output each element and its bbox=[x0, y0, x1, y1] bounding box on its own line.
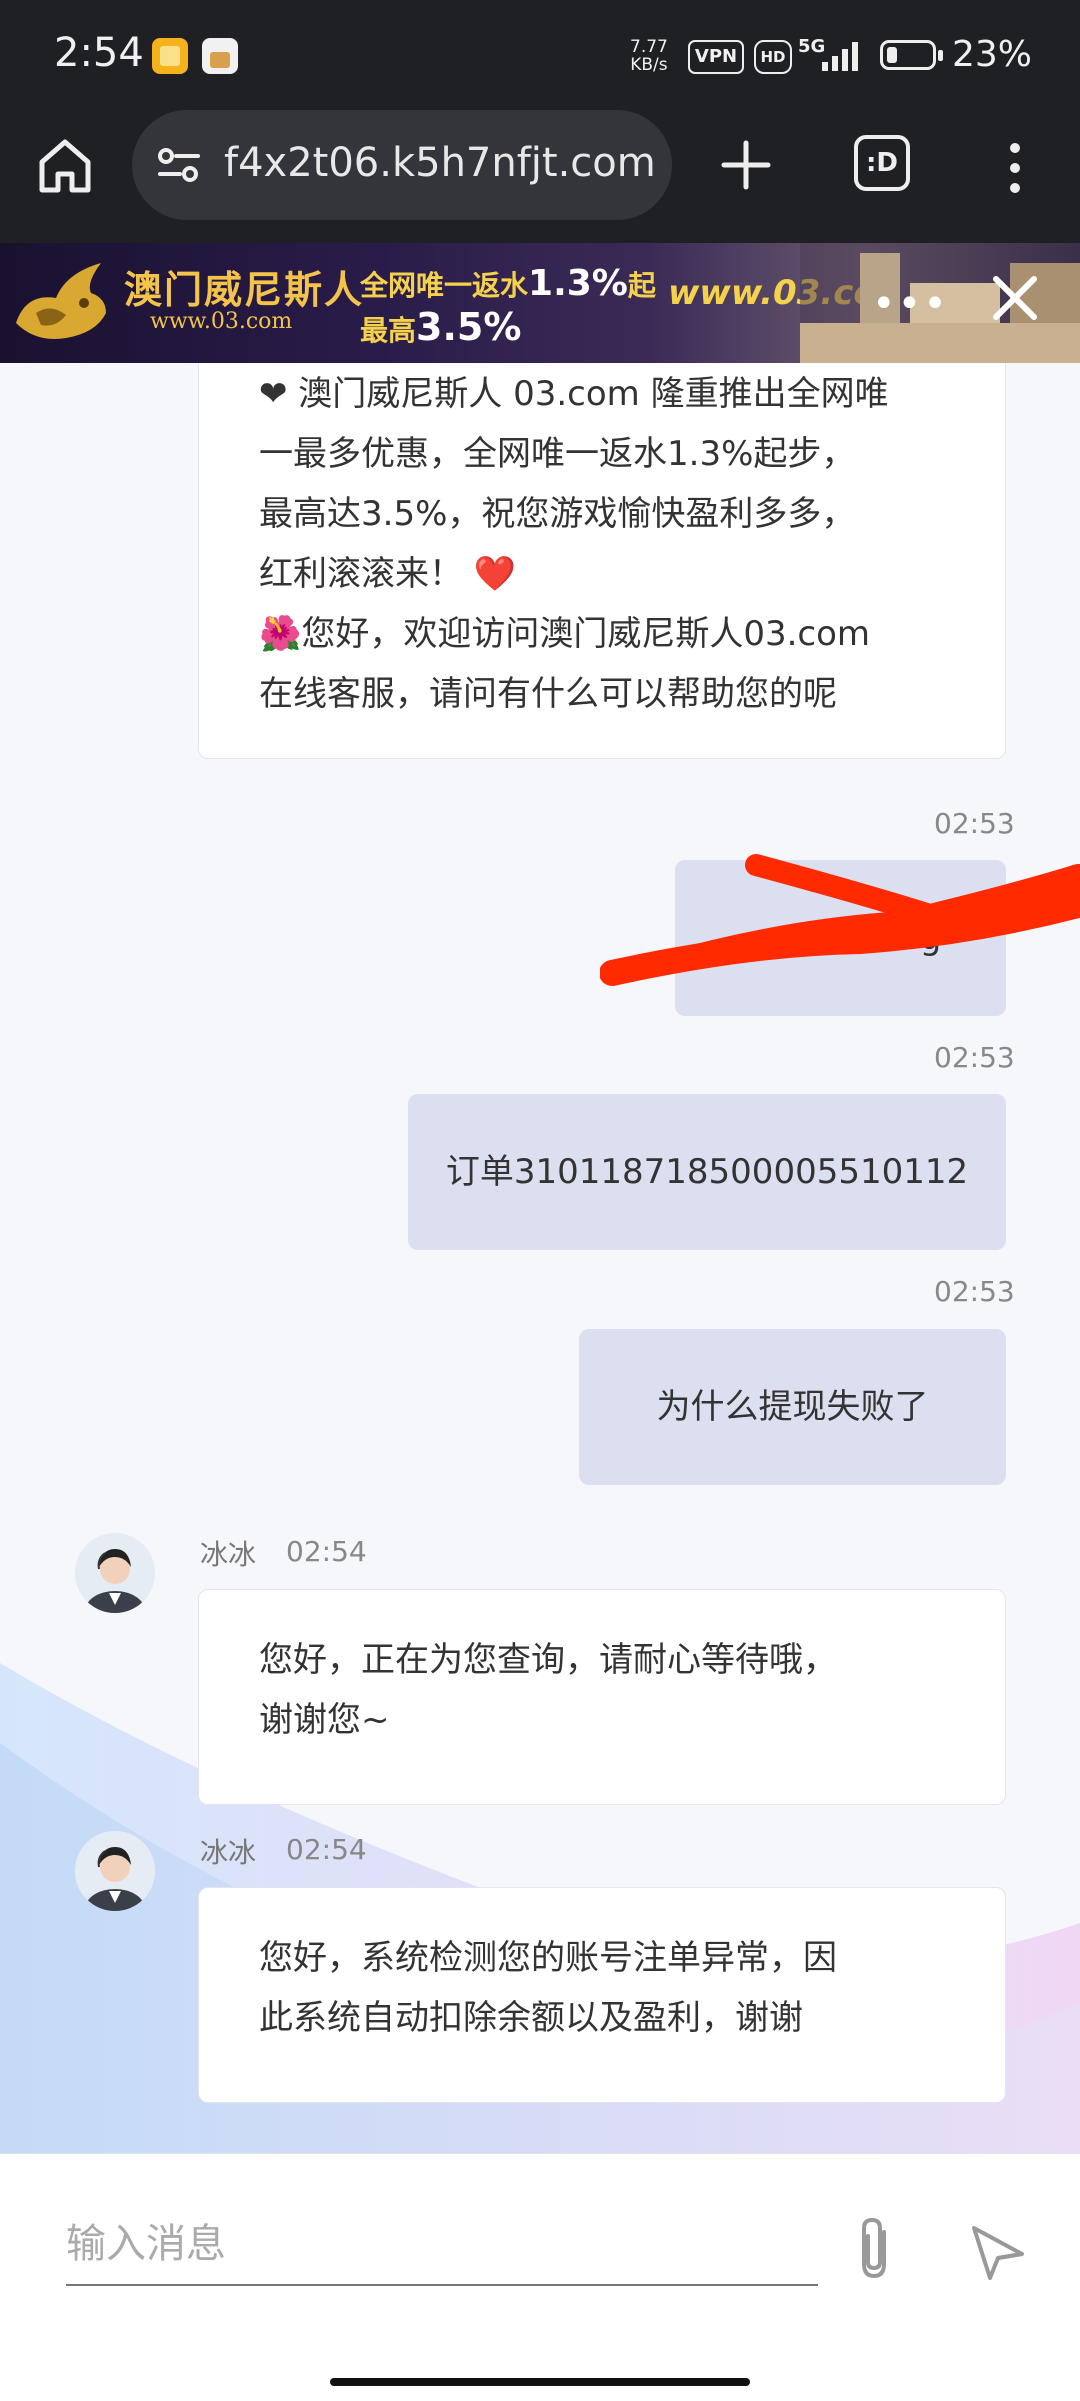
message-line: 一最多优惠，全网唯一返水1.3%起步， bbox=[259, 434, 856, 474]
message-line: 您好，正在为您查询，请耐心等待哦， bbox=[259, 1640, 837, 1680]
attachment-icon[interactable] bbox=[846, 2214, 906, 2284]
banner-max-line: 最高3.5% bbox=[360, 305, 521, 349]
address-bar[interactable]: f4x2t06.k5h7nfjt.com bbox=[132, 110, 672, 220]
home-icon[interactable] bbox=[34, 134, 96, 196]
status-time: 2:54 bbox=[54, 30, 144, 76]
banner-rebate-line: 全网唯一返水1.3%起 bbox=[360, 263, 656, 304]
message-bubble-agent: 您好，正在为您查询，请耐心等待哦， 谢谢您~ bbox=[198, 1589, 1006, 1805]
message-line: 最高达3.5%，祝您游戏愉快盈利多多， bbox=[259, 494, 856, 534]
message-time: 02:53 bbox=[934, 1275, 1015, 1308]
network-speed-unit: KB/s bbox=[630, 55, 668, 75]
rebate-prefix: 全网唯一返水 bbox=[360, 269, 529, 302]
banner-brand: 澳门威尼斯人 bbox=[124, 268, 365, 312]
banner-ad[interactable]: 澳门威尼斯人 www.03.com 全网唯一返水1.3%起 最高3.5% www… bbox=[0, 243, 1080, 363]
network-speed: 7.77 KB/s bbox=[630, 38, 668, 74]
url-text[interactable]: f4x2t06.k5h7nfjt.com bbox=[224, 140, 656, 186]
browser-toolbar: f4x2t06.k5h7nfjt.com :D bbox=[0, 110, 1080, 243]
hd-badge: HD bbox=[754, 40, 792, 74]
message-time: 02:54 bbox=[286, 1833, 367, 1866]
battery-icon bbox=[880, 40, 936, 70]
more-menu-icon[interactable] bbox=[1000, 138, 1030, 198]
home-indicator bbox=[330, 2378, 750, 2386]
agent-avatar[interactable] bbox=[75, 1831, 155, 1911]
message-line: 红利滚滚来！ ❤️ bbox=[259, 544, 1005, 604]
sender-name: 冰冰 bbox=[200, 1836, 257, 1869]
max-value: 3.5% bbox=[416, 305, 522, 349]
banner-brand-url: www.03.com bbox=[150, 309, 293, 334]
message-time: 02:53 bbox=[934, 1041, 1015, 1074]
send-icon[interactable] bbox=[968, 2222, 1028, 2282]
agent-avatar-image bbox=[75, 1831, 155, 1911]
notes-app-icon bbox=[152, 38, 188, 74]
rebate-suffix: 起 bbox=[627, 269, 656, 302]
message-line: ❤ 澳门威尼斯人 03.com 隆重推出全网唯 bbox=[259, 374, 889, 414]
store-app-icon bbox=[202, 38, 238, 74]
rebate-value: 1.3% bbox=[528, 263, 628, 304]
new-tab-icon[interactable] bbox=[718, 137, 774, 193]
message-line: 谢谢您~ bbox=[259, 1700, 390, 1740]
network-speed-value: 7.77 bbox=[630, 37, 668, 57]
chat-area[interactable]: ❤ 澳门威尼斯人 03.com 隆重推出全网唯 一最多优惠，全网唯一返水1.3%… bbox=[0, 363, 1080, 2153]
message-line: 您好，系统检测您的账号注单异常，因 bbox=[259, 1938, 837, 1978]
heart-emoji: ❤️ bbox=[473, 554, 517, 594]
banner-more-icon[interactable]: ••• bbox=[872, 281, 949, 327]
message-text: 订单310118718500005510112 bbox=[445, 1152, 969, 1192]
message-text: 红利滚滚来！ bbox=[259, 554, 463, 594]
site-settings-icon[interactable] bbox=[154, 140, 204, 190]
battery-percent: 23% bbox=[952, 34, 1033, 75]
signal-bars-icon bbox=[822, 42, 858, 71]
message-input[interactable] bbox=[66, 2204, 818, 2286]
winged-lion-logo bbox=[16, 263, 106, 339]
message-bubble-user: 为什么提现失败了 bbox=[579, 1329, 1006, 1485]
close-icon[interactable] bbox=[980, 263, 1050, 333]
message-time: 02:53 bbox=[934, 807, 1015, 840]
battery-tip bbox=[938, 50, 943, 61]
agent-avatar-image bbox=[75, 1533, 155, 1613]
agent-avatar[interactable] bbox=[75, 1533, 155, 1613]
message-line: 🌺您好，欢迎访问澳门威尼斯人03.com bbox=[259, 614, 871, 654]
message-line: 此系统自动扣除余额以及盈利，谢谢 bbox=[259, 1998, 803, 2038]
message-bubble-user: 订单310118718500005510112 bbox=[408, 1094, 1006, 1250]
message-line: 在线客服，请问有什么可以帮助您的呢 bbox=[259, 674, 837, 714]
max-prefix: 最高 bbox=[360, 314, 417, 347]
tab-switcher-button[interactable]: :D bbox=[854, 135, 910, 191]
vpn-badge: VPN bbox=[688, 40, 744, 74]
message-input-bar bbox=[0, 2153, 1080, 2401]
message-text: 为什么提现失败了 bbox=[656, 1387, 929, 1427]
status-bar: 2:54 7.77 KB/s VPN HD 5G 23% bbox=[0, 0, 1080, 110]
message-bubble-agent: 您好，系统检测您的账号注单异常，因 此系统自动扣除余额以及盈利，谢谢 bbox=[198, 1887, 1006, 2103]
sender-name: 冰冰 bbox=[200, 1538, 257, 1571]
message-bubble-welcome: ❤ 澳门威尼斯人 03.com 隆重推出全网唯 一最多优惠，全网唯一返水1.3%… bbox=[198, 363, 1006, 759]
redaction-scribble bbox=[600, 854, 1080, 986]
message-time: 02:54 bbox=[286, 1535, 367, 1568]
battery-level bbox=[887, 47, 897, 63]
